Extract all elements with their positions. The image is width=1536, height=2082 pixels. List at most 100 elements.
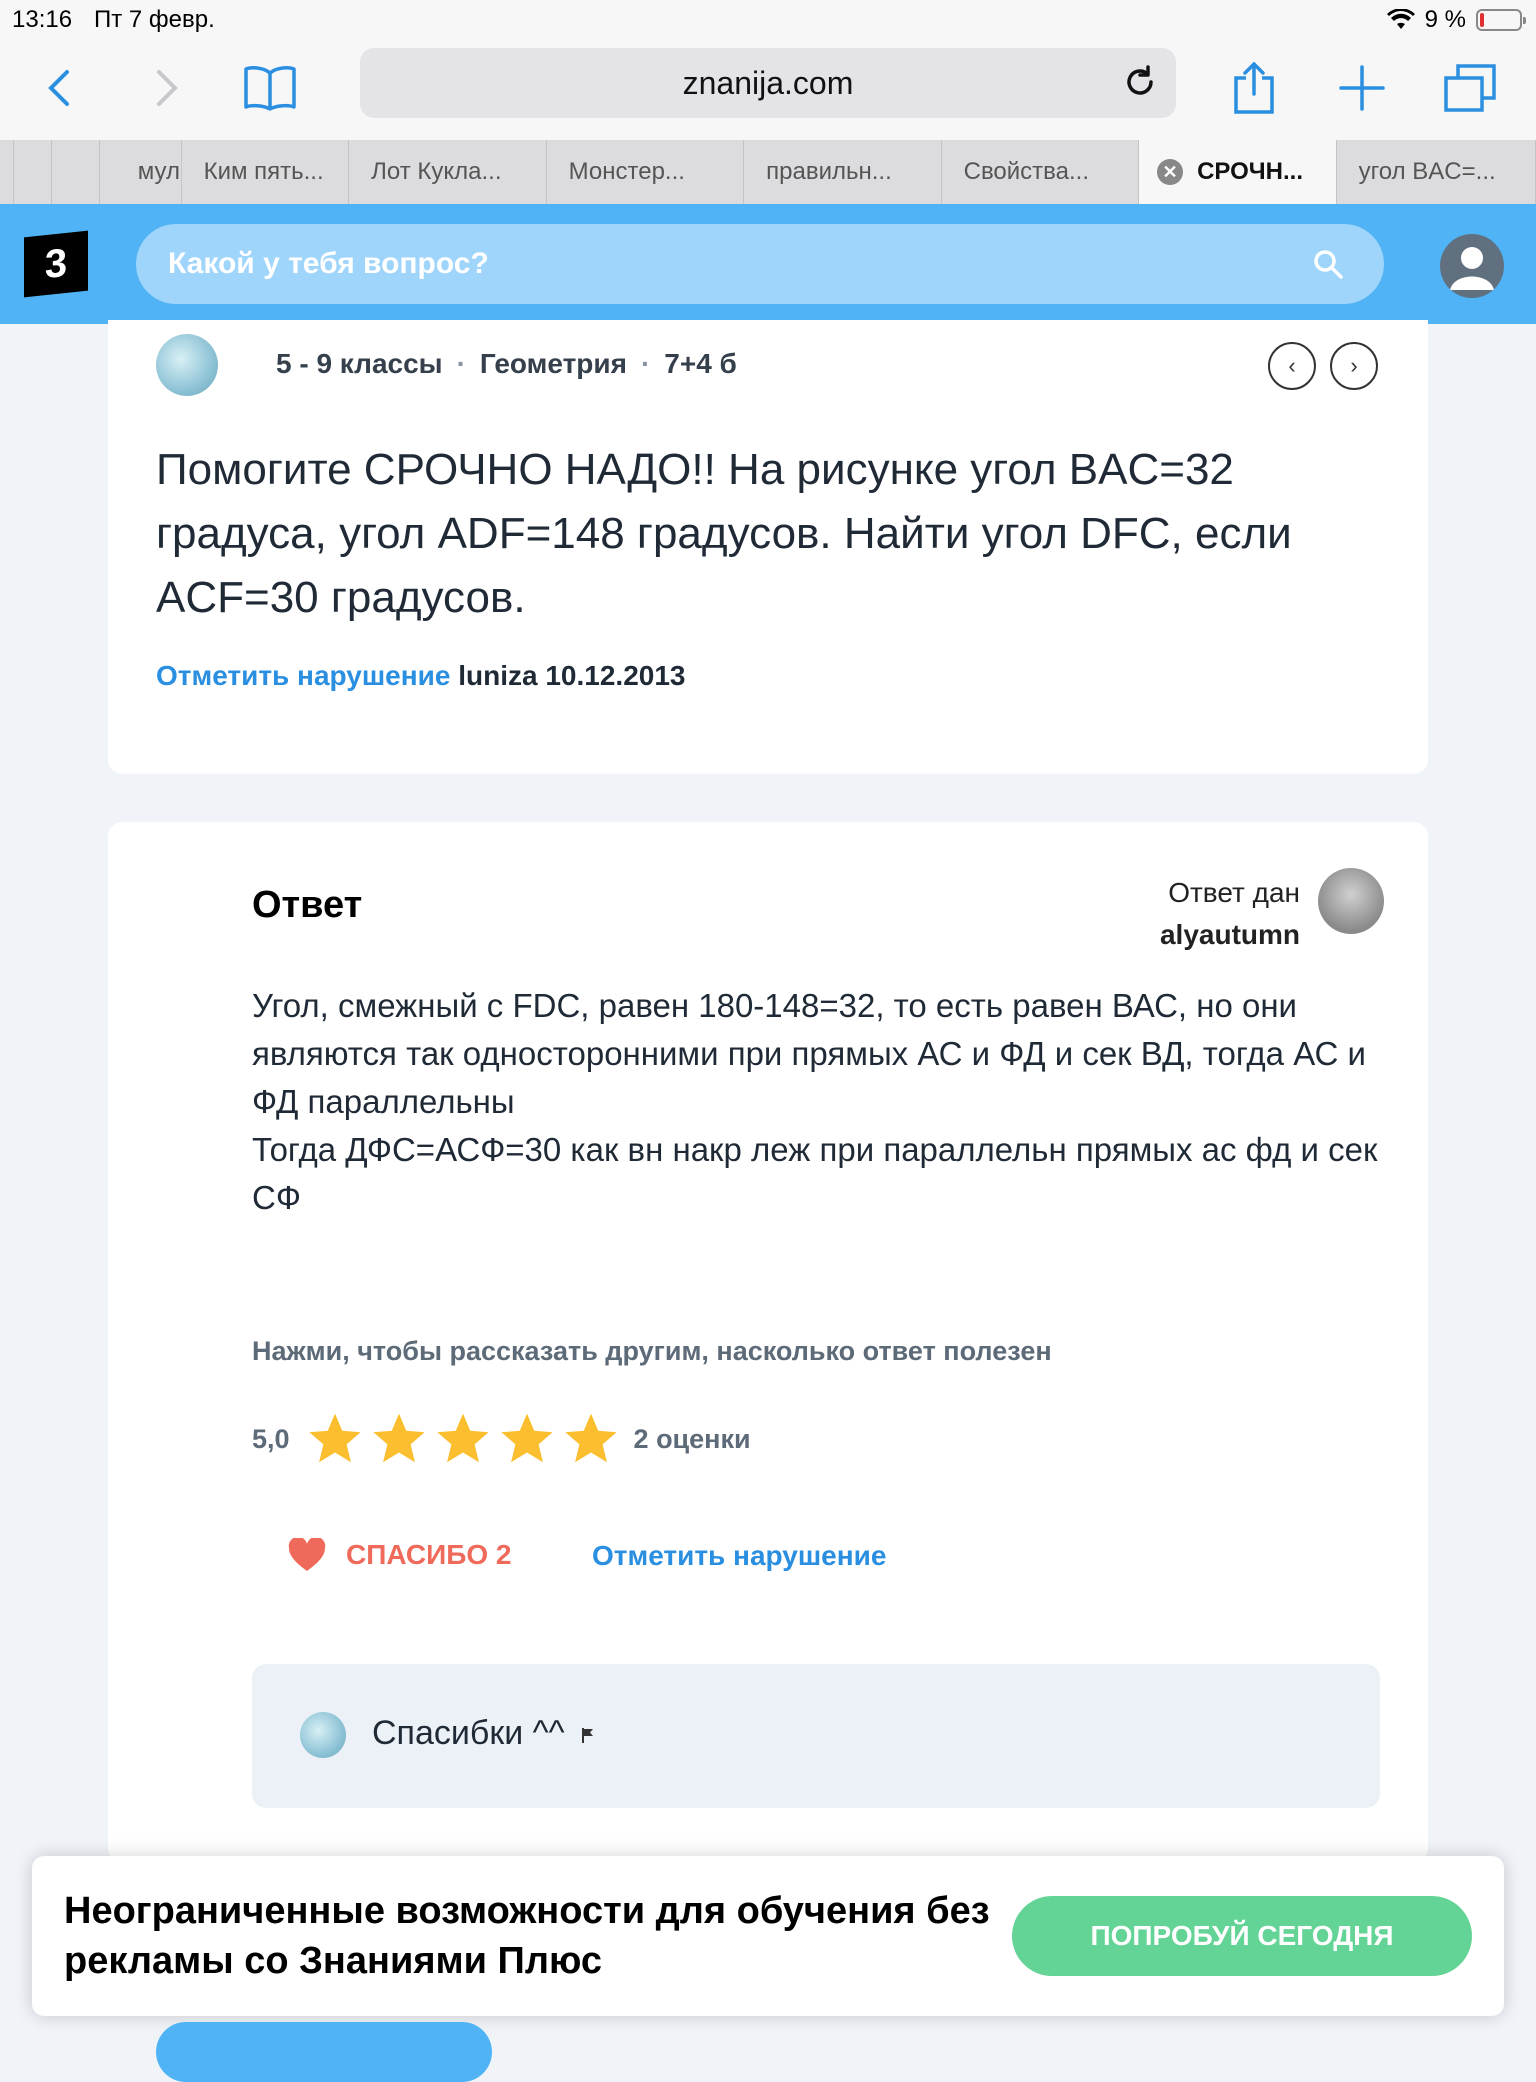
chevron-right-icon <box>157 70 178 106</box>
user-avatar[interactable] <box>1440 234 1504 298</box>
tab-label: Лот Кукла... <box>371 158 502 185</box>
tab-label: правильн... <box>766 158 892 185</box>
partial-button[interactable] <box>156 2022 492 2082</box>
question-text: Помогите СРОЧНО НАДО!! На рисунке угол B… <box>156 445 1292 622</box>
answer-title: Ответ <box>252 884 363 926</box>
chevron-left-icon <box>48 70 69 106</box>
site-logo[interactable]: 3 <box>24 230 88 298</box>
answer-text: Угол, смежный с FDC, равен 180-148=32, т… <box>252 987 1378 1216</box>
site-header: 3 Какой у тебя вопрос? <box>0 204 1536 324</box>
tab-item[interactable]: Лот Кукла... <box>349 140 547 204</box>
star-icon[interactable] <box>498 1410 556 1468</box>
star-icon[interactable] <box>434 1410 492 1468</box>
url-text: znanija.com <box>682 64 854 101</box>
promo-text: Неограниченные возможности для обучения … <box>64 1890 990 1982</box>
tab-label: Ким пять... <box>203 158 324 185</box>
question-author-avatar[interactable] <box>156 334 218 396</box>
question-author[interactable]: luniza <box>458 660 537 691</box>
question-date: 10.12.2013 <box>545 660 686 691</box>
back-button[interactable] <box>30 58 90 118</box>
answered-by: Ответ дан alyautumn <box>1160 872 1300 956</box>
tab-label: Монстер... <box>568 158 685 185</box>
tabs-overview-button[interactable] <box>1440 58 1500 118</box>
tab-stack[interactable] <box>0 140 14 204</box>
tab-label: мул <box>137 158 180 185</box>
question-card: 5 - 9 классы · Геометрия · 7+4 б ‹ › Пом… <box>108 320 1428 774</box>
tab-item-active[interactable]: ✕ СРОЧН... <box>1139 140 1337 204</box>
heart-icon <box>288 1538 326 1571</box>
rate-prompt: Нажми, чтобы рассказать другим, наскольк… <box>252 1336 1052 1366</box>
thanks-label: СПАСИБО 2 <box>346 1539 512 1570</box>
flag-icon[interactable] <box>580 1726 596 1744</box>
address-bar[interactable]: znanija.com <box>360 48 1176 118</box>
tab-label: СРОЧН... <box>1197 158 1303 185</box>
tabs-icon <box>1444 64 1496 112</box>
star-icon[interactable] <box>306 1410 364 1468</box>
thanks-button[interactable]: СПАСИБО 2 <box>288 1538 511 1572</box>
tab-strip: мул Ким пять... Лот Кукла... Монстер... … <box>0 140 1536 204</box>
tab-item[interactable]: Свойства... <box>942 140 1140 204</box>
rating-row: 5,0 2 оценки <box>252 1410 751 1468</box>
reload-icon <box>1127 65 1153 95</box>
status-right: 9 % <box>1386 6 1526 34</box>
search-input[interactable]: Какой у тебя вопрос? <box>136 224 1384 304</box>
battery-percent: 9 % <box>1424 6 1466 33</box>
wifi-icon <box>1386 9 1415 29</box>
status-bar: 13:16 Пт 7 февр. 9 % <box>0 0 1536 40</box>
new-tab-button[interactable] <box>1332 58 1392 118</box>
comment-row: Спасибки ^^ <box>372 1714 596 1753</box>
user-icon <box>1450 247 1494 290</box>
battery-icon <box>1476 9 1526 31</box>
logo-text: 3 <box>44 240 68 287</box>
share-icon <box>1234 62 1274 114</box>
tab-item[interactable]: правильн... <box>744 140 942 204</box>
answer-card: Ответ Ответ дан alyautumn Угол, смежный … <box>108 822 1428 1862</box>
tab-label: угол BAC=... <box>1358 158 1496 185</box>
comment-author-avatar[interactable] <box>300 1712 346 1758</box>
book-icon <box>244 66 296 111</box>
bookmarks-button[interactable] <box>240 58 300 118</box>
answer-author[interactable]: alyautumn <box>1160 919 1300 950</box>
reload-button[interactable] <box>1118 60 1162 104</box>
ratings-count: 2 оценки <box>633 1423 751 1454</box>
forward-button[interactable] <box>136 58 196 118</box>
report-question-link[interactable]: Отметить нарушение <box>156 660 450 691</box>
question-meta: 5 - 9 классы · Геометрия · 7+4 б <box>276 348 737 380</box>
separator-dot: · <box>640 348 651 379</box>
question-footer: Отметить нарушение luniza 10.12.2013 <box>156 660 685 692</box>
tab-stack[interactable] <box>52 140 100 204</box>
tab-stack[interactable] <box>14 140 52 204</box>
try-today-button[interactable]: ПОПРОБУЙ СЕГОДНЯ <box>1012 1896 1472 1976</box>
subject-link[interactable]: Геометрия <box>480 348 627 380</box>
status-time: 13:16 <box>12 6 73 33</box>
answered-by-label: Ответ дан <box>1168 877 1300 908</box>
search-placeholder: Какой у тебя вопрос? <box>168 247 489 280</box>
promo-banner: Неограниченные возможности для обучения … <box>32 1856 1504 2016</box>
separator-dot: · <box>456 348 466 379</box>
chevron-right-icon: › <box>1350 353 1358 378</box>
rating-value: 5,0 <box>252 1423 290 1454</box>
answer-author-avatar[interactable] <box>1318 868 1384 934</box>
report-answer-link[interactable]: Отметить нарушение <box>592 1540 886 1572</box>
tab-item[interactable]: угол BAC=... <box>1337 140 1536 204</box>
close-tab-icon[interactable]: ✕ <box>1157 159 1184 185</box>
chevron-left-icon: ‹ <box>1288 353 1296 378</box>
grade-link[interactable]: 5 - 9 классы <box>276 348 443 380</box>
status-date: Пт 7 февр. <box>94 6 215 33</box>
tab-item[interactable]: Ким пять... <box>182 140 350 204</box>
share-button[interactable] <box>1224 58 1284 118</box>
star-icon[interactable] <box>370 1410 428 1468</box>
prev-question-button[interactable]: ‹ <box>1268 342 1316 390</box>
star-icon[interactable] <box>562 1410 620 1468</box>
next-question-button[interactable]: › <box>1330 342 1378 390</box>
tab-item[interactable]: мул <box>100 140 182 204</box>
search-icon[interactable] <box>1312 248 1344 280</box>
comment-text: Спасибки ^^ <box>372 1714 565 1752</box>
browser-toolbar: znanija.com <box>0 40 1536 140</box>
points-badge: 7+4 б <box>664 348 737 379</box>
plus-icon <box>1339 65 1385 111</box>
rating-stars[interactable] <box>306 1410 620 1468</box>
comment-box: Спасибки ^^ <box>252 1664 1380 1808</box>
tab-label: Свойства... <box>963 158 1089 185</box>
tab-item[interactable]: Монстер... <box>547 140 745 204</box>
